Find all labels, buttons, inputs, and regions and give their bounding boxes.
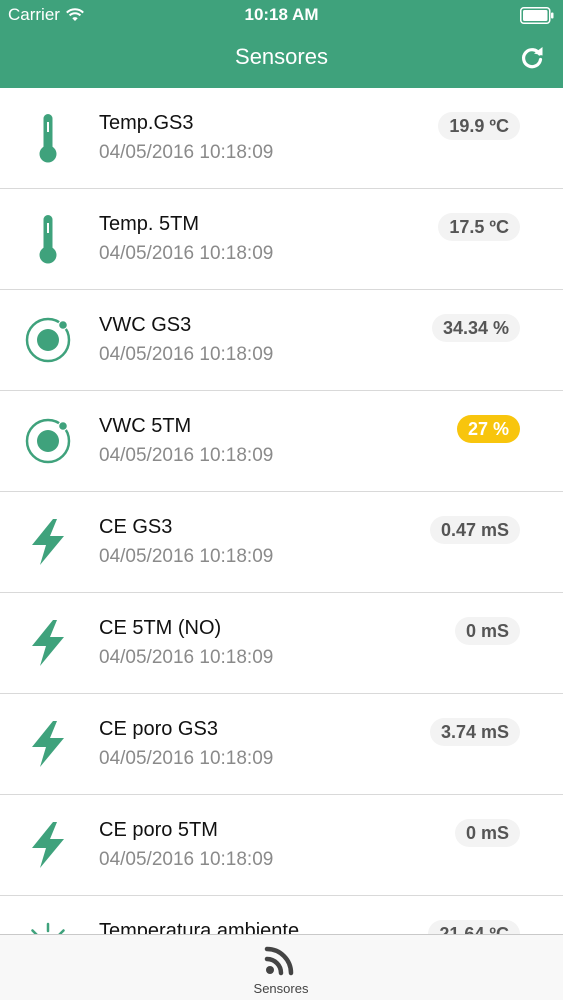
thermometer-icon [20,211,76,267]
value-badge: 21.64 ºC [428,920,520,934]
list-item[interactable]: VWC GS3 04/05/2016 10:18:09 34.34 % [0,290,563,391]
tab-label: Sensores [253,981,309,996]
sensor-timestamp: 04/05/2016 10:18:09 [99,243,274,264]
value-badge: 3.74 mS [429,718,520,746]
value-badge: 17.5 ºC [438,213,520,241]
value-badge: 0 mS [454,617,520,645]
water-content-icon [20,312,76,368]
sensor-name: Temp. 5TM [99,213,200,235]
tab-sensores[interactable]: Sensores [231,935,331,1000]
sensor-timestamp: 04/05/2016 10:18:09 [99,647,274,668]
thermometer-icon [20,110,76,166]
sensor-timestamp: 04/05/2016 10:18:09 [99,445,274,466]
sensor-name: CE poro 5TM [99,819,218,841]
value-badge: 34.34 % [431,314,520,342]
battery-icon [520,7,554,24]
page-title: Sensores [235,44,328,69]
sensor-list: Temp.GS3 04/05/2016 10:18:09 19.9 ºC Temp. … [0,88,563,934]
list-item[interactable]: Temperatura ambiente 21.64 ºC [0,896,563,934]
lightning-icon [20,615,76,671]
sensor-name: VWC GS3 [99,314,192,336]
value-badge: 0.47 mS [429,516,520,544]
sensor-timestamp: 04/05/2016 10:18:09 [99,748,274,769]
sensor-timestamp: 04/05/2016 10:18:09 [99,546,274,567]
sensor-timestamp: 04/05/2016 10:18:09 [99,344,274,365]
tab-bar: Sensores [0,934,563,1000]
sun-icon [20,918,76,934]
sensor-name: Temperatura ambiente [99,920,300,934]
rss-feed-icon [264,946,294,976]
value-badge: 27 % [456,415,520,443]
list-item[interactable]: Temp. 5TM 04/05/2016 10:18:09 17.5 ºC [0,189,563,290]
status-time: 10:18 AM [244,5,319,24]
water-content-icon [20,413,76,469]
value-badge: 19.9 ºC [438,112,520,140]
list-item[interactable]: CE poro 5TM 04/05/2016 10:18:09 0 mS [0,795,563,896]
lightning-icon [20,716,76,772]
list-item[interactable]: CE poro GS3 04/05/2016 10:18:09 3.74 mS [0,694,563,795]
lightning-icon [20,817,76,873]
sensor-name: CE GS3 [99,516,173,538]
status-bar: Carrier 10:18 AM [0,0,563,30]
list-item[interactable]: VWC 5TM 04/05/2016 10:18:09 27 % [0,391,563,492]
list-item[interactable]: CE 5TM (NO) 04/05/2016 10:18:09 0 mS [0,593,563,694]
sensor-name: VWC 5TM [99,415,192,437]
list-item[interactable]: Temp.GS3 04/05/2016 10:18:09 19.9 ºC [0,88,563,189]
sensor-timestamp: 04/05/2016 10:18:09 [99,142,274,163]
sensor-name: CE 5TM (NO) [99,617,222,639]
lightning-icon [20,514,76,570]
list-item[interactable]: CE GS3 04/05/2016 10:18:09 0.47 mS [0,492,563,593]
sensor-name: CE poro GS3 [99,718,218,740]
value-badge: 0 mS [454,819,520,847]
app-header: Carrier 10:18 AM Sensores [0,0,563,88]
sensor-timestamp: 04/05/2016 10:18:09 [99,849,274,870]
sensor-name: Temp.GS3 [99,112,194,134]
refresh-icon[interactable] [519,45,545,71]
